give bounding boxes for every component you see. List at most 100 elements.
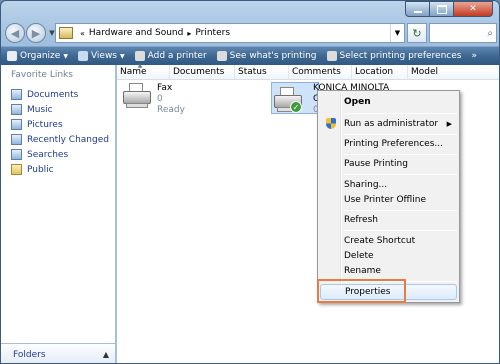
menu-item-open[interactable]: Open [320,94,457,109]
maximize-button[interactable] [429,1,453,17]
breadcrumb-printers[interactable]: Printers [195,28,230,38]
sidebar-item-searches[interactable]: Searches [1,147,115,162]
fax-printer-icon [121,83,153,109]
printer-item-konica-minolta[interactable]: ✓ KONICA MINOLTA C3 0 [271,82,389,115]
sidebar-item-label: Pictures [27,119,63,130]
minimize-button[interactable] [405,1,429,17]
folders-label: Folders [13,349,46,360]
column-label: Model [411,67,439,77]
toolbar-overflow-button[interactable]: » [466,47,482,65]
menu-item-label: Pause Printing [344,158,408,169]
chevron-down-icon: ▼ [63,52,68,60]
address-row: ◀ ▶ ▼ « Hardware and Sound ▸ Printers ▼ … [5,21,497,45]
column-header-row: ▲ Name Documents Status Comments Locatio… [117,62,499,80]
menu-item-label: Sharing... [344,179,388,190]
menu-item-label: Use Printer Offline [344,194,427,205]
column-label: Comments [292,67,341,77]
sort-ascending-icon: ▲ [137,62,143,69]
menu-item-label: Run as administrator [344,118,439,129]
sidebar-item-label: Music [27,104,53,115]
sidebar-item-public[interactable]: Public [1,162,115,177]
submenu-arrow-icon: ▶ [446,119,452,128]
column-label: Name [120,67,147,77]
print-queue-icon [216,51,227,61]
organize-button[interactable]: Organize ▼ [1,47,73,65]
see-whats-printing-label: See what's printing [229,51,317,61]
sidebar-item-label: Searches [27,149,69,160]
column-model[interactable]: Model [408,65,499,79]
printer-name: Fax [157,83,173,93]
menu-item-printing-preferences[interactable]: Printing Preferences... [320,136,457,151]
documents-icon [11,89,22,100]
organize-label: Organize [20,51,61,61]
menu-separator [344,113,457,114]
menu-item-label: Printing Preferences... [344,138,443,149]
column-label: Status [238,67,267,77]
favorite-links-heading: Favorite Links [11,70,73,80]
menu-separator [344,174,457,175]
see-whats-printing-button[interactable]: See what's printing [212,47,322,65]
select-printing-preferences-button[interactable]: Select printing preferences [322,47,467,65]
searches-icon [11,149,22,160]
address-bar[interactable]: « Hardware and Sound ▸ Printers ▼ [55,23,405,43]
close-button[interactable]: ✕ [453,1,493,17]
menu-item-pause-printing[interactable]: Pause Printing [320,156,457,171]
menu-separator [344,134,457,135]
chevron-up-icon: ▲ [102,350,109,359]
public-icon [11,164,22,175]
menu-item-label: Delete [344,250,374,261]
sidebar-item-label: Documents [27,89,79,100]
breadcrumb-separator-icon[interactable]: ▸ [187,29,191,38]
sidebar-item-pictures[interactable]: Pictures [1,117,115,132]
chevron-down-icon: ▼ [120,52,125,60]
properties-highlight-outline [317,279,406,303]
address-dropdown-icon[interactable]: ▼ [390,24,404,42]
column-label: Location [355,67,394,77]
music-icon [11,104,22,115]
sidebar-item-recently-changed[interactable]: Recently Changed [1,132,115,147]
views-icon [77,51,88,61]
search-input[interactable]: ⌕ [429,23,497,43]
views-button[interactable]: Views ▼ [73,47,130,65]
sidebar-item-documents[interactable]: Documents [1,87,115,102]
breadcrumb-hardware-and-sound[interactable]: Hardware and Sound [89,28,183,38]
sidebar-item-label: Recently Changed [27,134,109,145]
select-printing-preferences-label: Select printing preferences [339,51,462,61]
command-toolbar: Organize ▼ Views ▼ Add a printer See wha… [1,46,499,65]
menu-item-use-printer-offline[interactable]: Use Printer Offline [320,192,457,207]
menu-item-run-as-administrator[interactable]: Run as administrator ▶ [320,116,457,131]
menu-separator [344,230,457,231]
sidebar-item-music[interactable]: Music [1,102,115,117]
folders-toggle[interactable]: Folders ▲ [1,343,116,363]
refresh-icon[interactable]: ↻ [407,23,427,43]
printer-documents: 0 [157,94,163,104]
column-status[interactable]: Status [235,65,289,79]
menu-item-label: Refresh [344,214,378,225]
toolbar-overflow-icon: » [471,51,477,61]
column-comments[interactable]: Comments [289,65,352,79]
default-printer-check-icon: ✓ [290,101,302,113]
menu-item-label: Create Shortcut [344,235,416,246]
breadcrumb-overflow-icon[interactable]: « [80,29,85,38]
views-label: Views [90,51,117,61]
column-name[interactable]: ▲ Name [117,62,170,79]
sidebar-item-label: Public [27,164,54,175]
add-printer-icon [134,51,145,61]
column-location[interactable]: Location [352,65,408,79]
menu-item-create-shortcut[interactable]: Create Shortcut [320,233,457,248]
printer-item-fax[interactable]: Fax 0 Ready [121,83,185,116]
menu-item-rename[interactable]: Rename [320,263,457,278]
menu-item-refresh[interactable]: Refresh [320,212,457,227]
column-documents[interactable]: Documents [170,65,235,79]
back-button[interactable]: ◀ [5,23,25,43]
printer-status: Ready [157,105,185,115]
menu-item-delete[interactable]: Delete [320,248,457,263]
printing-preferences-icon [326,51,337,61]
forward-button[interactable]: ▶ [26,23,46,43]
organize-icon [7,51,17,61]
menu-item-sharing[interactable]: Sharing... [320,177,457,192]
menu-item-label: Rename [344,265,381,276]
search-icon[interactable]: ⌕ [487,28,493,39]
menu-separator [344,154,457,155]
window-controls: ✕ [405,1,493,17]
